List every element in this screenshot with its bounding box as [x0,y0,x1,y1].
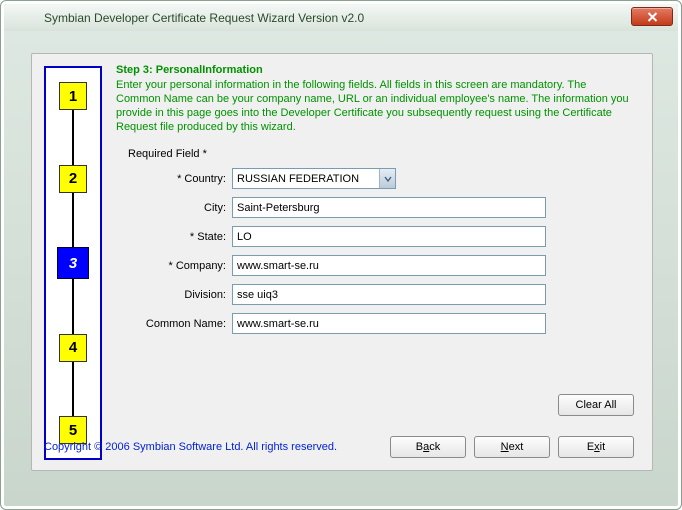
window-title: Symbian Developer Certificate Request Wi… [44,11,364,25]
close-icon [646,12,659,22]
clear-all-button[interactable]: Clear All [558,394,634,416]
client-area: 1 2 3 4 5 Step 3: PersonalInformation En… [31,53,653,471]
required-field-label: Required Field * [128,148,634,160]
city-input[interactable] [232,197,546,218]
row-division: Division: [116,284,634,305]
step-connector [72,110,74,165]
step-connector [72,362,74,417]
label-company: * Company: [116,260,232,272]
window-frame: Symbian Developer Certificate Request Wi… [0,0,682,510]
exit-button[interactable]: Exit [558,436,634,458]
common-name-input[interactable] [232,313,546,334]
state-input[interactable] [232,226,546,247]
row-company: * Company: [116,255,634,276]
content-area: Step 3: PersonalInformation Enter your p… [116,64,634,416]
instructions-text: Enter your personal information in the f… [116,78,634,134]
row-state: * State: [116,226,634,247]
close-button[interactable] [631,7,673,26]
next-button[interactable]: Next [474,436,550,458]
country-value: RUSSIAN FEDERATION [233,173,379,185]
step-3-active[interactable]: 3 [57,247,89,279]
step-title: Step 3: PersonalInformation [116,64,634,76]
label-common-name: Common Name: [116,318,232,330]
country-select[interactable]: RUSSIAN FEDERATION [232,168,396,189]
label-division: Division: [116,289,232,301]
step-navigator: 1 2 3 4 5 [44,66,102,460]
label-state: * State: [116,231,232,243]
label-country: * Country: [116,173,232,185]
row-common-name: Common Name: [116,313,634,334]
step-connector [72,193,74,248]
row-country: * Country: RUSSIAN FEDERATION [116,168,634,189]
label-city: City: [116,202,232,214]
footer: Copyright © 2006 Symbian Software Ltd. A… [44,436,634,458]
chevron-down-icon [384,176,392,182]
step-2[interactable]: 2 [59,165,87,193]
copyright-text: Copyright © 2006 Symbian Software Ltd. A… [44,441,382,453]
step-connector [72,279,74,334]
step-1[interactable]: 1 [59,82,87,110]
dropdown-button[interactable] [379,169,395,188]
step-4[interactable]: 4 [59,334,87,362]
titlebar[interactable]: Symbian Developer Certificate Request Wi… [4,4,678,31]
back-button[interactable]: Back [390,436,466,458]
company-input[interactable] [232,255,546,276]
row-city: City: [116,197,634,218]
division-input[interactable] [232,284,546,305]
